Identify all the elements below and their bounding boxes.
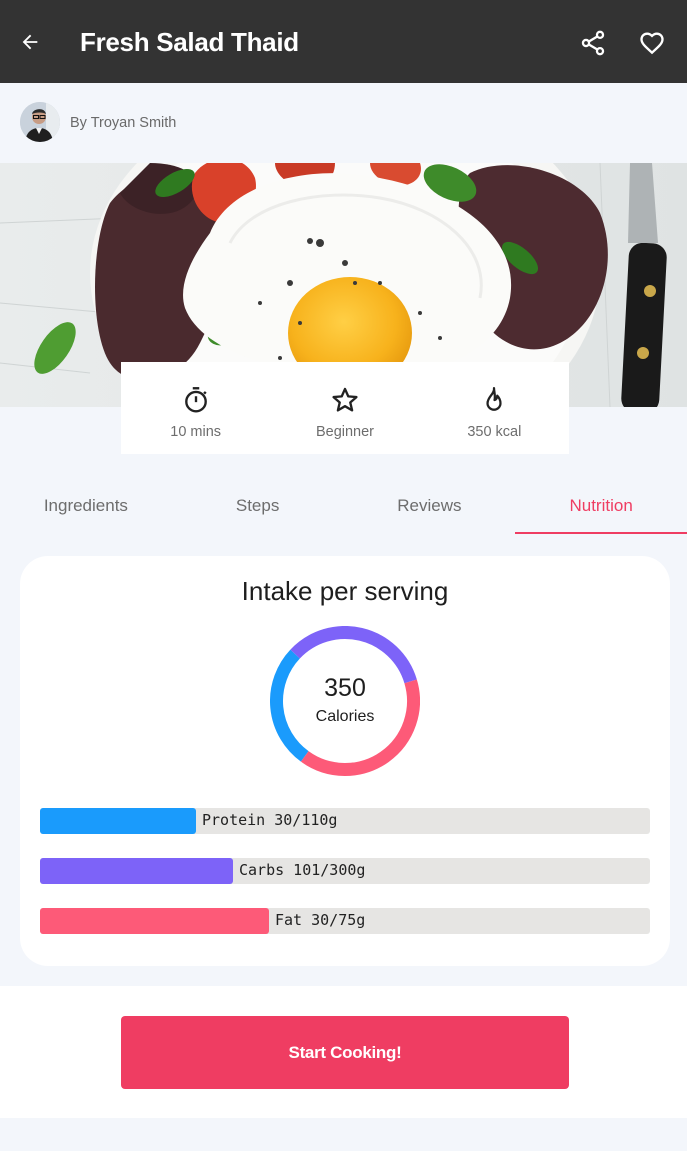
tab-ingredients[interactable]: Ingredients: [0, 482, 172, 534]
calories-label: Calories: [315, 708, 375, 725]
macro-bar-fat: Fat 30/75g: [40, 908, 650, 934]
share-button[interactable]: [578, 28, 608, 58]
macro-label-carbs: Carbs 101/300g: [239, 861, 366, 879]
stat-calories-label: 350 kcal: [467, 424, 522, 440]
macro-bar-protein: Protein 30/110g: [40, 808, 650, 834]
calories-value: 350: [324, 674, 366, 702]
recipe-tabs: Ingredients Steps Reviews Nutrition: [0, 482, 687, 534]
timer-icon: [184, 387, 207, 413]
start-cooking-button[interactable]: Start Cooking!: [121, 1016, 569, 1089]
macro-label-fat: Fat 30/75g: [275, 911, 366, 929]
macro-bar-carbs: Carbs 101/300g: [40, 858, 650, 884]
stat-duration-label: 10 mins: [170, 424, 222, 440]
stat-difficulty-label: Beginner: [315, 424, 375, 440]
author-name[interactable]: By Troyan Smith: [70, 115, 176, 131]
donut-segment-protein: [270, 649, 309, 762]
macro-bar-fill-protein: [40, 808, 196, 834]
footer-bar: Start Cooking!: [0, 986, 687, 1118]
tab-steps[interactable]: Steps: [172, 482, 344, 534]
arrow-left-icon: [22, 34, 38, 50]
tab-nutrition[interactable]: Nutrition: [515, 482, 687, 534]
macro-bar-fill-carbs: [40, 858, 233, 884]
macro-bar-fill-fat: [40, 908, 269, 934]
recipe-stats-card: 10 mins Beginner 350 kcal: [121, 362, 569, 454]
star-icon: [332, 387, 358, 412]
stat-calories: 350 kcal: [420, 362, 569, 454]
app-bar: Fresh Salad Thaid: [0, 0, 687, 83]
share-icon: [581, 30, 605, 56]
tab-reviews[interactable]: Reviews: [344, 482, 516, 534]
flame-icon: [486, 387, 502, 411]
stat-difficulty: Beginner: [270, 362, 419, 454]
page-title: Fresh Salad Thaid: [80, 27, 299, 57]
stat-duration: 10 mins: [121, 362, 270, 454]
calories-donut-chart: 350 Calories: [270, 626, 420, 776]
nutrition-heading: Intake per serving: [241, 576, 449, 606]
macro-label-protein: Protein 30/110g: [202, 811, 338, 829]
avatar[interactable]: [20, 102, 60, 142]
back-button[interactable]: [16, 28, 44, 56]
heart-icon: [640, 32, 664, 55]
favorite-button[interactable]: [637, 28, 667, 58]
nutrition-card: Intake per serving 350 Calories Protein …: [20, 556, 670, 966]
author-row: By Troyan Smith: [0, 83, 687, 163]
